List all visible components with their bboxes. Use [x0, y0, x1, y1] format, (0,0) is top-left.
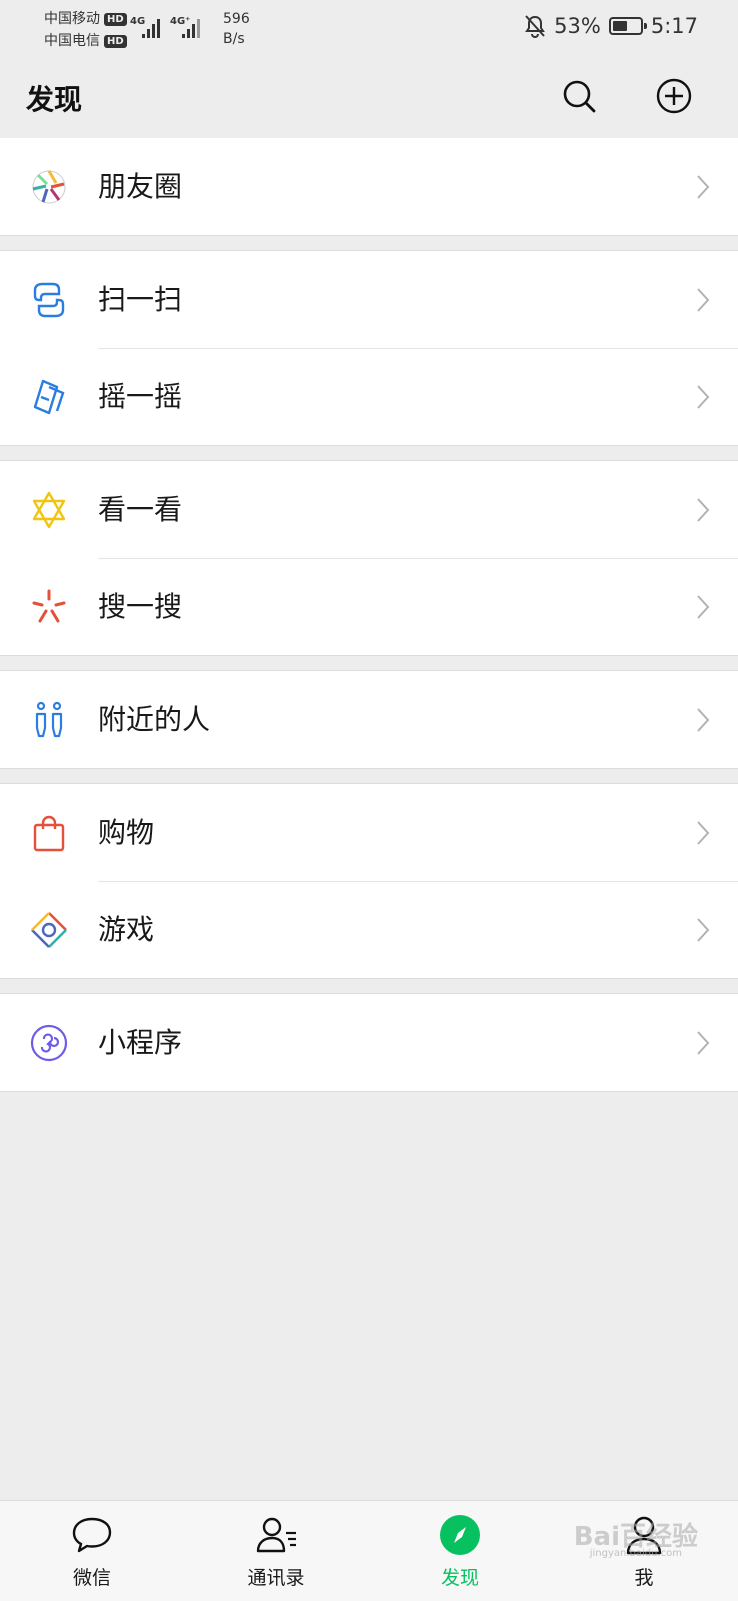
top-stories-icon [32, 491, 66, 529]
top-bar: 发现 [0, 56, 738, 138]
cell-moments[interactable]: 朋友圈 [0, 138, 738, 235]
cell-mini-programs[interactable]: 小程序 [0, 994, 738, 1091]
chevron-right-icon [697, 175, 710, 199]
list-group: 购物 游戏 [0, 783, 738, 979]
games-icon [31, 912, 67, 948]
chevron-right-icon [697, 288, 710, 312]
tab-label: 通讯录 [247, 1567, 305, 1589]
cell-label: 摇一摇 [98, 380, 183, 413]
list-group: 看一看 搜一搜 [0, 460, 738, 656]
svg-text:4G: 4G [130, 16, 145, 27]
list-group: 小程序 [0, 993, 738, 1092]
shopping-bag-icon [33, 815, 65, 852]
clock: 5:17 [650, 14, 698, 38]
cell-label: 朋友圈 [98, 170, 183, 203]
cell-people-nearby[interactable]: 附近的人 [0, 671, 738, 768]
status-bar: 中国移动 HD 中国电信 HD 4G 4G⁺ 596 B/s 53% 5:17 [0, 0, 738, 56]
chevron-right-icon [697, 595, 710, 619]
chevron-right-icon [697, 385, 710, 409]
plus-circle-icon[interactable] [654, 76, 694, 116]
cell-label: 扫一扫 [98, 283, 183, 316]
cell-label: 搜一搜 [98, 590, 183, 623]
battery-level [612, 21, 627, 31]
hd-badge: HD [104, 12, 127, 26]
discover-list: 朋友圈 扫一扫 摇一摇 看一看 搜一搜 附近的人 购物 游戏 小程序 [0, 138, 738, 1106]
network-speed: 596 B/s [223, 9, 250, 49]
cell-label: 小程序 [98, 1026, 183, 1059]
cell-scan[interactable]: 扫一扫 [0, 251, 738, 348]
tab-label: 发现 [440, 1567, 479, 1589]
page-title: 发现 [26, 83, 83, 116]
cell-label: 附近的人 [98, 703, 211, 736]
moments-icon [32, 170, 66, 204]
svg-text:4G⁺: 4G⁺ [170, 16, 190, 27]
cell-search[interactable]: 搜一搜 [0, 558, 738, 655]
tab-chats[interactable]: 微信 [0, 1501, 184, 1601]
carrier-1-label: 中国移动 [44, 11, 100, 27]
list-group: 扫一扫 摇一摇 [0, 250, 738, 446]
cell-label: 看一看 [98, 493, 183, 526]
watermark-sub: jingyan.baidu.com [589, 1548, 682, 1559]
battery-icon [608, 17, 647, 35]
shake-icon [33, 379, 65, 415]
chevron-right-icon [697, 498, 710, 522]
contacts-icon [256, 1517, 296, 1553]
search-spark-icon [32, 589, 66, 623]
list-group: 附近的人 [0, 670, 738, 769]
search-icon[interactable] [559, 76, 599, 116]
chat-bubble-icon [72, 1517, 112, 1553]
people-nearby-icon [35, 701, 63, 738]
scan-icon [33, 282, 65, 318]
chevron-right-icon [697, 821, 710, 845]
carrier-info: 中国移动 HD 中国电信 HD [44, 8, 127, 52]
compass-icon [440, 1515, 480, 1555]
mini-programs-icon [30, 1024, 68, 1062]
tab-label: 我 [634, 1567, 654, 1589]
chevron-right-icon [697, 1031, 710, 1055]
cell-top-stories[interactable]: 看一看 [0, 461, 738, 558]
list-group: 朋友圈 [0, 138, 738, 236]
carrier-2-label: 中国电信 [44, 33, 100, 49]
cell-shopping[interactable]: 购物 [0, 784, 738, 881]
tab-discover[interactable]: 发现 [368, 1501, 552, 1601]
cell-label: 购物 [98, 816, 155, 849]
speed-unit: B/s [223, 31, 245, 47]
cell-games[interactable]: 游戏 [0, 881, 738, 978]
hd-badge: HD [104, 34, 127, 48]
cell-shake[interactable]: 摇一摇 [0, 348, 738, 445]
chevron-right-icon [697, 918, 710, 942]
status-right: 53% 5:17 [524, 14, 698, 38]
battery-percent: 53% [554, 14, 601, 38]
chevron-right-icon [697, 708, 710, 732]
bell-off-icon [525, 15, 546, 38]
speed-value: 596 [223, 11, 250, 27]
tab-contacts[interactable]: 通讯录 [184, 1501, 368, 1601]
tab-label: 微信 [72, 1567, 111, 1589]
cell-label: 游戏 [98, 913, 155, 946]
